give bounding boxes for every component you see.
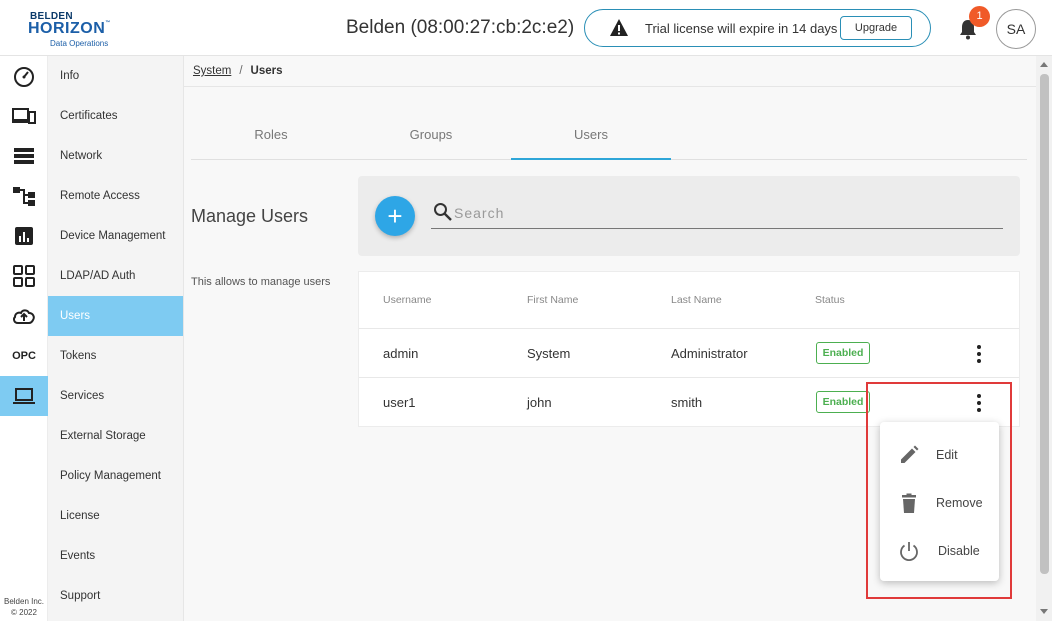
column-header-status[interactable]: Status bbox=[815, 294, 845, 306]
rail-cloud-upload[interactable] bbox=[0, 296, 48, 336]
breadcrumb: System / Users bbox=[193, 65, 283, 77]
subnav-item-external-storage[interactable]: External Storage bbox=[48, 416, 183, 456]
topology-icon bbox=[13, 187, 35, 206]
pencil-icon bbox=[901, 445, 919, 463]
rail-system[interactable] bbox=[0, 376, 48, 416]
cell-last-name: smith bbox=[671, 395, 703, 410]
menu-item-disable[interactable]: Disable bbox=[880, 526, 999, 574]
menu-item-label: Remove bbox=[936, 496, 983, 510]
rail-topology[interactable] bbox=[0, 176, 48, 216]
power-icon bbox=[900, 542, 918, 562]
main-content: System / Users Roles Groups Users Manage U… bbox=[184, 56, 1036, 621]
copyright: Belden Inc. © 2022 bbox=[3, 597, 45, 617]
subnav-item-support[interactable]: Support bbox=[48, 576, 183, 616]
subnav-item-remote-access[interactable]: Remote Access bbox=[48, 176, 183, 216]
subnav-item-certificates[interactable]: Certificates bbox=[48, 96, 183, 136]
page-title: Manage Users bbox=[191, 206, 309, 226]
page-description: This allows to manage users bbox=[191, 276, 331, 288]
subnav-item-users[interactable]: Users bbox=[48, 296, 183, 336]
vertical-scrollbar[interactable] bbox=[1036, 56, 1052, 621]
rail-storage[interactable] bbox=[0, 136, 48, 176]
notification-badge[interactable]: 1 bbox=[969, 6, 990, 27]
logo-line2: HORIZON™ bbox=[28, 20, 111, 37]
user-avatar[interactable]: SA bbox=[996, 9, 1036, 49]
device-title: Belden (08:00:27:cb:2c:e2) bbox=[346, 17, 575, 38]
icon-rail: OPC Belden Inc. © 2022 bbox=[0, 56, 48, 621]
tab-users[interactable]: Users bbox=[511, 120, 671, 160]
subnav-item-events[interactable]: Events bbox=[48, 536, 183, 576]
status-badge: Enabled bbox=[816, 391, 870, 413]
menu-item-remove[interactable]: Remove bbox=[880, 478, 999, 526]
cell-username: admin bbox=[383, 346, 419, 361]
rail-opc[interactable]: OPC bbox=[0, 336, 48, 376]
laptop-icon bbox=[13, 388, 35, 404]
dashboard-icon bbox=[14, 67, 34, 87]
menu-item-edit[interactable]: Edit bbox=[880, 430, 999, 478]
warning-icon bbox=[610, 19, 628, 36]
add-user-button[interactable]: + bbox=[375, 196, 415, 236]
cell-first-name: System bbox=[527, 346, 571, 361]
menu-item-label: Edit bbox=[936, 448, 958, 462]
cloud-upload-icon bbox=[13, 309, 35, 324]
column-header-username[interactable]: Username bbox=[383, 294, 431, 306]
subnav-item-license[interactable]: License bbox=[48, 496, 183, 536]
subnav-item-policy-management[interactable]: Policy Management bbox=[48, 456, 183, 496]
apps-grid-icon bbox=[13, 265, 35, 287]
column-header-first-name[interactable]: First Name bbox=[527, 294, 578, 306]
devices-icon bbox=[12, 108, 36, 124]
rail-devices[interactable] bbox=[0, 96, 48, 136]
license-message: Trial license will expire in 14 days bbox=[645, 21, 838, 36]
tab-groups[interactable]: Groups bbox=[351, 120, 511, 160]
rail-dashboard[interactable] bbox=[0, 56, 48, 96]
row-action-menu: Edit Remove Disable bbox=[880, 422, 999, 581]
subnav-item-info[interactable]: Info bbox=[48, 56, 183, 96]
search-icon bbox=[434, 203, 452, 221]
rail-apps[interactable] bbox=[0, 256, 48, 296]
subnav-item-ldap-auth[interactable]: LDAP/AD Auth bbox=[48, 256, 183, 296]
menu-item-label: Disable bbox=[938, 544, 980, 558]
analytics-icon bbox=[15, 227, 33, 245]
trash-icon bbox=[902, 493, 916, 513]
license-banner: Trial license will expire in 14 days Upg… bbox=[584, 9, 931, 47]
search-panel: + bbox=[358, 176, 1020, 256]
breadcrumb-current: Users bbox=[250, 65, 283, 77]
status-badge: Enabled bbox=[816, 342, 870, 364]
upgrade-button[interactable]: Upgrade bbox=[840, 16, 912, 40]
storage-icon bbox=[14, 148, 34, 164]
cell-username: user1 bbox=[383, 395, 416, 410]
search-underline bbox=[431, 228, 1003, 229]
cell-first-name: john bbox=[527, 395, 552, 410]
subnav-item-network[interactable]: Network bbox=[48, 136, 183, 176]
opc-icon: OPC bbox=[12, 350, 36, 362]
search-input[interactable] bbox=[454, 202, 1002, 224]
logo-line3: Data Operations bbox=[50, 39, 109, 48]
column-header-last-name[interactable]: Last Name bbox=[671, 294, 722, 306]
subnav-item-tokens[interactable]: Tokens bbox=[48, 336, 183, 376]
app-header: BELDEN HORIZON™ Data Operations Belden (… bbox=[0, 0, 1052, 56]
cell-last-name: Administrator bbox=[671, 346, 748, 361]
breadcrumb-system-link[interactable]: System bbox=[193, 65, 231, 77]
more-options-icon[interactable] bbox=[971, 344, 987, 364]
subnav-item-services[interactable]: Services bbox=[48, 376, 183, 416]
table-row[interactable]: admin System Administrator Enabled bbox=[359, 328, 1019, 377]
scroll-down-arrow-icon[interactable] bbox=[1040, 609, 1048, 614]
rail-analytics[interactable] bbox=[0, 216, 48, 256]
scroll-thumb[interactable] bbox=[1040, 74, 1049, 574]
breadcrumb-separator: / bbox=[239, 65, 243, 77]
subnav-item-device-management[interactable]: Device Management bbox=[48, 216, 183, 256]
scroll-up-arrow-icon[interactable] bbox=[1040, 62, 1048, 67]
tab-bar: Roles Groups Users bbox=[191, 120, 1027, 160]
system-subnav: Info Certificates Network Remote Access … bbox=[48, 56, 184, 621]
breadcrumb-divider bbox=[184, 86, 1036, 87]
tab-roles[interactable]: Roles bbox=[191, 120, 351, 160]
belden-horizon-logo[interactable]: BELDEN HORIZON™ Data Operations bbox=[28, 10, 123, 48]
